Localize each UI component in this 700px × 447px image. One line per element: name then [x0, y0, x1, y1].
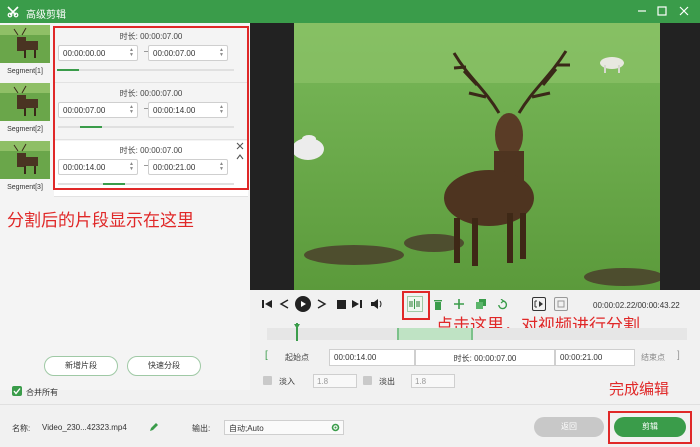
maximize-icon[interactable] — [654, 3, 670, 19]
fade-out-label: 淡出 — [379, 377, 395, 386]
mark-out-icon[interactable] — [554, 297, 568, 311]
segment-name: Segment[3] — [7, 184, 43, 191]
end-point-button[interactable]: 结束点 — [641, 352, 665, 363]
close-icon[interactable] — [676, 3, 692, 19]
skip-to-start-icon[interactable] — [261, 298, 273, 310]
finish-annotation: 完成编辑 — [609, 380, 670, 398]
name-label: 名称: — [12, 424, 31, 433]
segment-panel: Segment[1] 时长: 00:00:07.00 00:00:00.00 ▲ ▼… — [0, 23, 250, 397]
add-icon[interactable] — [453, 298, 465, 310]
fade-out-input[interactable]: 1.8 — [411, 374, 455, 388]
window-title: 高级剪辑 — [26, 10, 66, 21]
segment-name: Segment[2] — [7, 126, 43, 133]
copy-icon[interactable] — [475, 298, 487, 310]
undo-icon[interactable] — [496, 298, 508, 310]
bracket-right-icon[interactable]: ] — [677, 350, 680, 361]
fade-settings: 淡入 1.8 淡出 1.8 — [263, 374, 463, 390]
end-time-input[interactable]: 00:00:21.00 — [555, 349, 635, 366]
app-logo-icon — [6, 4, 20, 18]
time-display: 00:00:02.22/00:00:43.22 — [593, 301, 680, 310]
add-segment-button[interactable]: 新增片段 — [44, 356, 118, 376]
start-point-button[interactable]: 起始点 — [285, 352, 309, 363]
segment-thumbnail[interactable] — [0, 25, 50, 63]
fade-in-label: 淡入 — [279, 377, 295, 386]
timeline-track[interactable] — [267, 328, 687, 340]
gear-icon[interactable] — [331, 423, 340, 434]
mark-in-icon[interactable] — [532, 297, 546, 311]
video-letterbox-right — [660, 23, 700, 290]
fade-in-input[interactable]: 1.8 — [313, 374, 357, 388]
duration-field: 时长: 00:00:07.00 — [415, 349, 555, 366]
timeline-selection[interactable] — [397, 328, 473, 340]
next-frame-icon[interactable] — [316, 298, 328, 310]
title-bar: 高级剪辑 — [0, 0, 700, 23]
merge-all-checkbox[interactable] — [12, 386, 22, 396]
video-preview[interactable] — [294, 23, 660, 290]
edit-name-icon[interactable] — [149, 422, 159, 434]
previous-frame-icon[interactable] — [278, 298, 290, 310]
in-out-points: [ 起始点 00:00:14.00 时长: 00:00:07.00 00:00:… — [263, 349, 688, 367]
video-letterbox-left — [250, 23, 294, 290]
segment-thumbnail[interactable] — [0, 83, 50, 121]
fade-in-checkbox[interactable] — [263, 376, 272, 385]
segments-annotation: 分割后的片段显示在这里 — [7, 211, 194, 231]
minimize-icon[interactable] — [634, 3, 650, 19]
segment-thumbnail[interactable] — [0, 141, 50, 179]
split-highlight-box — [402, 291, 430, 320]
start-time-input[interactable]: 00:00:14.00 — [329, 349, 415, 366]
stop-icon[interactable] — [335, 298, 347, 310]
return-button[interactable]: 返回 — [534, 417, 604, 437]
bracket-left-icon[interactable]: [ — [265, 350, 268, 361]
volume-icon[interactable] — [370, 298, 384, 310]
segment-name: Segment[1] — [7, 68, 43, 75]
quick-split-button[interactable]: 快速分段 — [127, 356, 201, 376]
output-format-select[interactable]: 自动;Auto — [224, 420, 344, 435]
segments-highlight-box — [53, 26, 249, 190]
fade-out-checkbox[interactable] — [363, 376, 372, 385]
bottom-bar: 名称: Video_230...42323.mp4 输出: 自动;Auto 返回… — [0, 404, 700, 447]
output-label: 输出: — [192, 424, 211, 433]
merge-all-label: 合并所有 — [26, 388, 58, 397]
play-icon[interactable] — [295, 296, 311, 312]
playhead-handle-icon[interactable] — [294, 321, 301, 329]
skip-to-end-icon[interactable] — [351, 298, 363, 310]
file-name: Video_230...42323.mp4 — [42, 423, 127, 432]
edit-highlight-box — [608, 411, 692, 444]
delete-icon[interactable] — [432, 298, 444, 310]
